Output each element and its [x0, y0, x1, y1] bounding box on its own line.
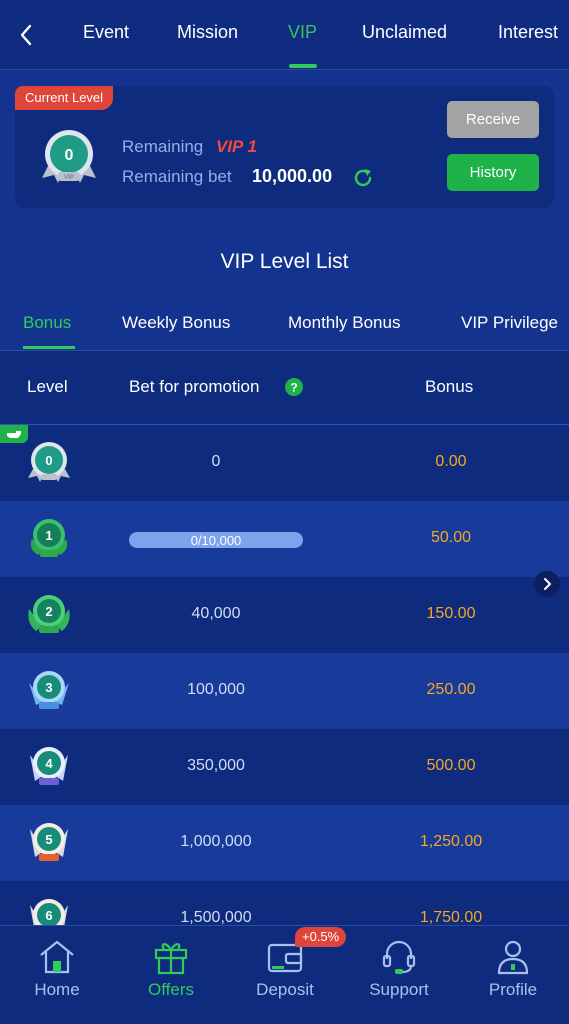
back-button[interactable] [14, 22, 38, 48]
vip-medal-icon: 0 VIP [42, 130, 96, 183]
bet-value: 40,000 [191, 605, 241, 622]
subtab-bonus[interactable]: Bonus [23, 313, 71, 333]
nav-profile-label: Profile [488, 980, 538, 999]
level-medal-icon: 2 [28, 595, 70, 633]
table-row: 3 100,000 250.00 [0, 653, 569, 729]
current-level-marker [0, 425, 28, 443]
card-medal-number: 0 [65, 147, 74, 164]
bottom-nav: Home Offers Deposit Support Profile [0, 925, 569, 1024]
current-level-badge: Current Level [15, 86, 114, 110]
history-button[interactable]: History [447, 154, 539, 191]
remaining-bet-label: Remaining bet [122, 167, 232, 186]
table-row: 4 350,000 500.00 [0, 729, 569, 805]
remaining-vip-level: VIP 1 [216, 137, 257, 156]
column-header-level: Level [27, 377, 68, 396]
medal-number: 4 [45, 756, 53, 771]
medal-number: 6 [45, 908, 52, 923]
nav-home[interactable]: Home [0, 926, 114, 1024]
headset-icon [382, 940, 416, 974]
tab-unclaimed[interactable]: Unclaimed [362, 22, 447, 43]
bet-value: 1,000,000 [180, 833, 252, 850]
deposit-bonus-badge: +0.5% [295, 927, 347, 947]
subtab-monthly-bonus[interactable]: Monthly Bonus [288, 313, 400, 333]
bonus-value: 1,250.00 [419, 833, 483, 850]
tab-mission[interactable]: Mission [177, 22, 238, 43]
nav-profile[interactable]: Profile [456, 926, 569, 1024]
chevron-left-icon [20, 24, 32, 46]
help-icon[interactable]: ? [285, 378, 303, 396]
chevron-right-icon [544, 578, 551, 590]
level-list-title: VIP Level List [220, 250, 349, 273]
table-row: 0 0 0.00 [0, 425, 569, 501]
subtab-weekly-bonus[interactable]: Weekly Bonus [122, 313, 230, 333]
pointing-hand-icon [7, 431, 21, 438]
table-row: 1 0/10,000 50.00 [0, 501, 569, 577]
tab-vip[interactable]: VIP [288, 22, 317, 43]
active-subtab-indicator [23, 346, 75, 349]
nav-offers[interactable]: Offers [114, 926, 228, 1024]
remaining-label: Remaining [122, 137, 204, 156]
active-tab-indicator [289, 64, 317, 68]
bet-value: 100,000 [187, 681, 245, 698]
level-medal-icon: 1 [30, 519, 68, 557]
column-header-bonus: Bonus [425, 377, 474, 396]
bonus-value: 500.00 [426, 757, 476, 774]
column-header-bet: Bet for promotion [129, 377, 260, 396]
progress-text: 0/10,000 [190, 532, 242, 548]
person-icon [497, 940, 529, 975]
level-medal-icon: 3 [29, 671, 69, 709]
bet-value: 0 [211, 453, 221, 470]
nav-deposit-label: Deposit [256, 980, 314, 999]
top-tab-bar: Event Mission VIP Unclaimed Interest [0, 0, 569, 70]
bonus-value: 150.00 [426, 605, 476, 622]
promotion-progress-bar: 0/10,000 [129, 532, 303, 548]
tab-event[interactable]: Event [83, 22, 129, 43]
level-medal-icon: 5 [30, 823, 68, 861]
table-row: 5 1,000,000 1,250.00 [0, 805, 569, 881]
subtab-vip-privilege[interactable]: VIP Privilege [461, 313, 558, 333]
medal-number: 5 [45, 832, 52, 847]
bet-value: 350,000 [187, 757, 245, 774]
bonus-value: 50.00 [430, 529, 472, 546]
gift-icon [154, 943, 188, 975]
level-medal-icon: 0 [28, 442, 70, 482]
medal-number: 2 [45, 604, 52, 619]
bonus-value: 0.00 [435, 453, 467, 470]
card-medal-text: VIP [64, 175, 74, 181]
level-medal-icon: 4 [30, 747, 68, 785]
level-table: 0 0 0.00 1 0/10,000 50.00 2 40,000 150.0… [0, 425, 569, 957]
medal-number: 1 [45, 528, 52, 543]
table-row: 2 40,000 150.00 [0, 577, 569, 653]
home-icon [40, 940, 74, 974]
nav-home-label: Home [34, 980, 80, 999]
bonus-value: 250.00 [426, 681, 476, 698]
nav-offers-label: Offers [148, 980, 194, 999]
tab-interest[interactable]: Interest [498, 22, 558, 43]
svg-text:?: ? [290, 381, 297, 395]
medal-number: 3 [45, 680, 52, 695]
scroll-right-button[interactable] [534, 571, 560, 597]
remaining-bet-value: 10,000.00 [252, 166, 333, 186]
medal-number: 0 [45, 453, 52, 468]
receive-button[interactable]: Receive [447, 101, 539, 138]
nav-support[interactable]: Support [342, 926, 456, 1024]
home-indicator [0, 1016, 569, 1024]
refresh-icon[interactable] [352, 167, 374, 189]
nav-support-label: Support [369, 980, 429, 999]
